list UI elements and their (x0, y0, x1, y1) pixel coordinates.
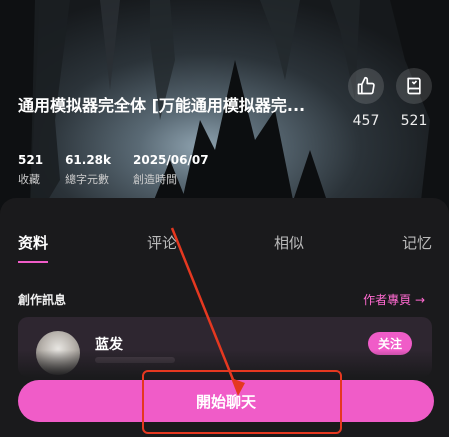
like-count: 457 (352, 113, 380, 129)
tab-memory[interactable]: 记忆 (402, 232, 432, 253)
book-icon[interactable] (396, 68, 432, 104)
stats-row: 521 收藏 61.28k 總字元數 2025/06/07 創造時間 (18, 153, 209, 187)
stat-created: 2025/06/07 創造時間 (133, 153, 209, 187)
stat-label: 創造時間 (133, 173, 177, 186)
stat-value: 61.28k (65, 153, 111, 167)
character-title: 通用模拟器完全体 [万能通用模拟器完... (18, 96, 306, 115)
stat-favorites: 521 收藏 (18, 153, 43, 187)
section-title: 創作訊息 (18, 293, 67, 307)
annotation-highlight-box (142, 370, 342, 434)
tab-similar[interactable]: 相似 (274, 232, 304, 253)
stat-value: 521 (18, 153, 44, 167)
like-action[interactable]: 457 (346, 68, 386, 129)
stat-label: 總字元數 (65, 173, 110, 186)
active-tab-indicator (18, 261, 48, 263)
stat-value: 2025/06/07 (133, 153, 209, 167)
tab-comments[interactable]: 评论 (147, 232, 177, 253)
stat-label: 收藏 (18, 173, 40, 186)
bookmark-count: 521 (400, 113, 428, 129)
tab-bar: 资料 评论 相似 记忆 (0, 232, 449, 262)
author-page-link[interactable]: 作者專頁 → (363, 291, 425, 308)
thumbs-up-icon[interactable] (348, 68, 384, 104)
bookmark-action[interactable]: 521 (394, 68, 434, 129)
stat-characters: 61.28k 總字元數 (65, 153, 111, 187)
tab-info[interactable]: 资料 (18, 232, 48, 253)
